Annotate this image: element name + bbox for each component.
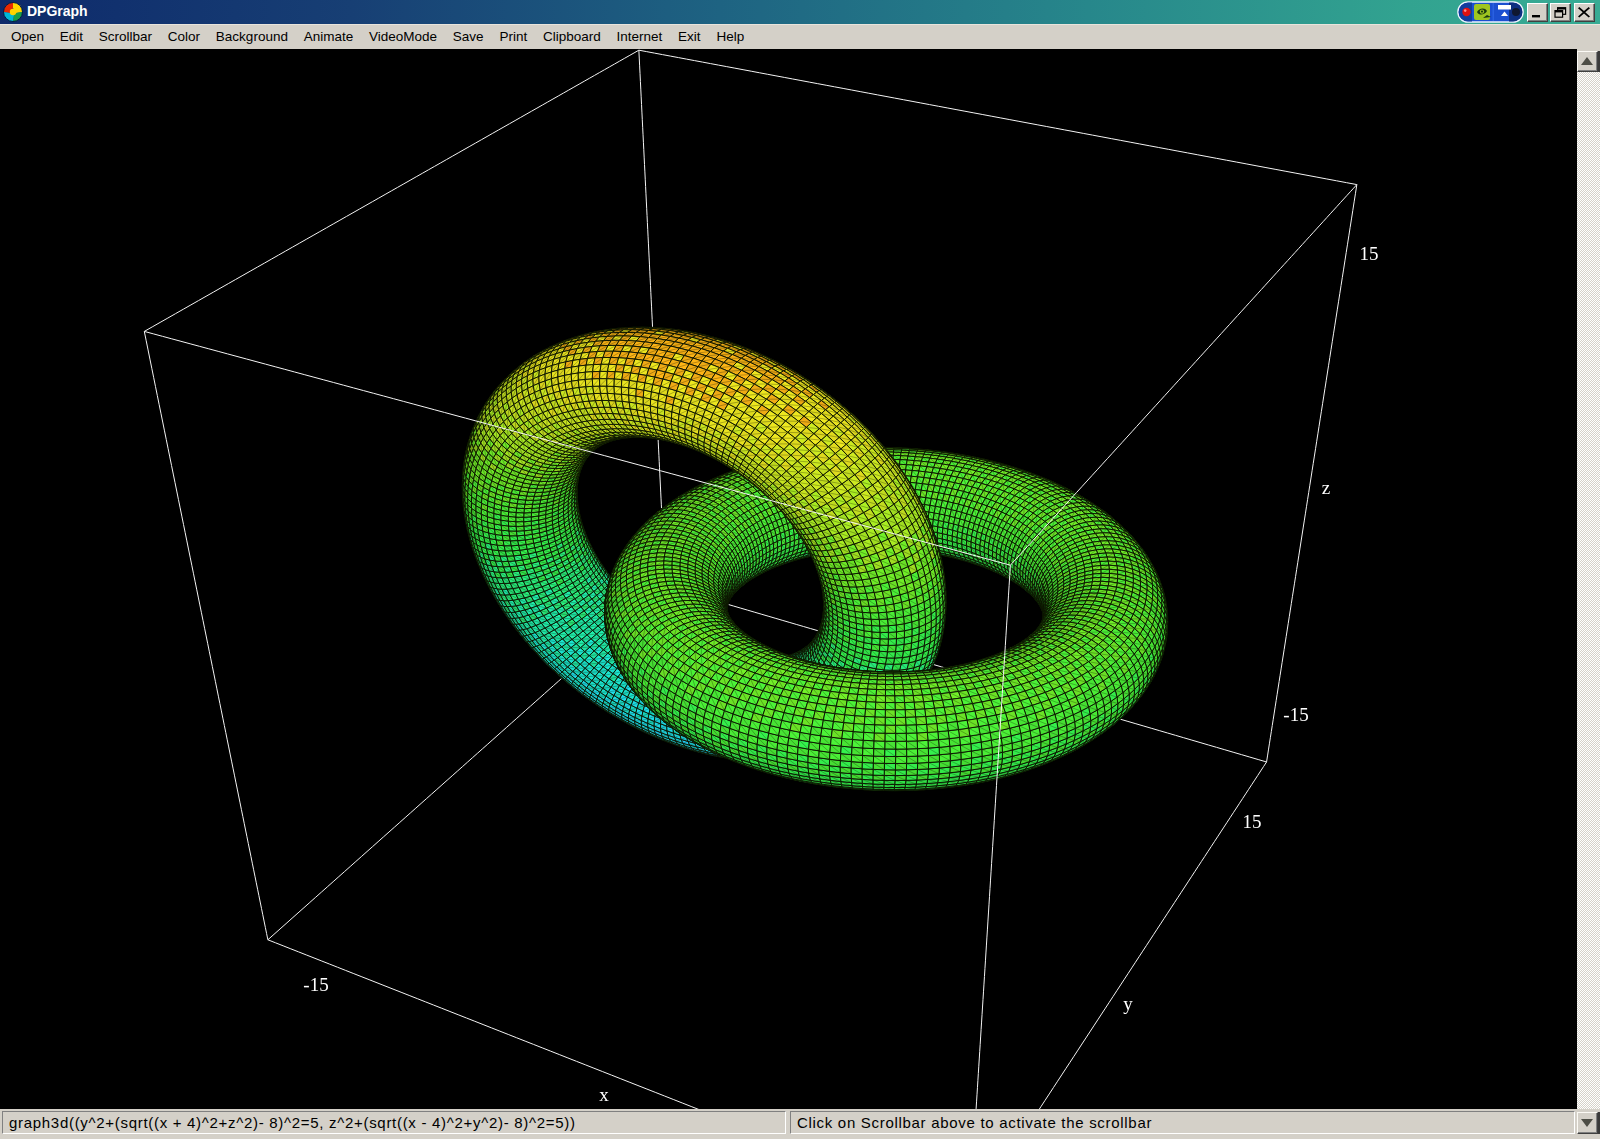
- menu-edit[interactable]: Edit: [52, 25, 91, 49]
- menu-save[interactable]: Save: [445, 25, 492, 49]
- menu-open[interactable]: Open: [3, 25, 52, 49]
- menu-internet[interactable]: Internet: [609, 25, 671, 49]
- restore-button[interactable]: [1550, 3, 1571, 22]
- menu-background[interactable]: Background: [208, 25, 296, 49]
- close-button[interactable]: [1574, 3, 1595, 22]
- scrollbar-track[interactable]: [1577, 70, 1600, 1112]
- restore-icon: [1554, 7, 1567, 18]
- menu-bar: Open Edit Scrollbar Color Background Ani…: [0, 24, 1600, 49]
- title-bar: DPGraph: [0, 0, 1600, 24]
- nvidia-tray-widget[interactable]: [1457, 1, 1524, 23]
- menu-scrollbar[interactable]: Scrollbar: [91, 25, 160, 49]
- status-bar: graph3d((y^2+(sqrt((x + 4)^2+z^2)- 8)^2=…: [0, 1109, 1600, 1139]
- menu-exit[interactable]: Exit: [670, 25, 708, 49]
- scrollbar-down-button[interactable]: [1577, 1112, 1598, 1134]
- window-title: DPGraph: [27, 3, 88, 19]
- close-icon: [1578, 7, 1591, 18]
- up-arrow-icon: [1581, 57, 1593, 65]
- minimize-button[interactable]: [1527, 3, 1548, 22]
- menu-clipboard[interactable]: Clipboard: [535, 25, 609, 49]
- graph3d-canvas[interactable]: [0, 49, 1577, 1109]
- menu-color[interactable]: Color: [160, 25, 208, 49]
- menu-print[interactable]: Print: [492, 25, 536, 49]
- scrollbar-up-button[interactable]: [1577, 51, 1598, 72]
- plot-area: [0, 49, 1577, 1109]
- minimize-icon: [1531, 7, 1544, 18]
- down-arrow-icon: [1581, 1119, 1593, 1127]
- menu-videomode[interactable]: VideoMode: [361, 25, 445, 49]
- app-icon: [3, 2, 23, 22]
- menu-animate[interactable]: Animate: [296, 25, 361, 49]
- menu-help[interactable]: Help: [709, 25, 753, 49]
- dpgraph-window: DPGraph: [0, 0, 1600, 1139]
- status-equation: graph3d((y^2+(sqrt((x + 4)^2+z^2)- 8)^2=…: [2, 1111, 786, 1134]
- status-hint: Click on Scrollbar above to activate the…: [790, 1111, 1575, 1134]
- vertical-scrollbar[interactable]: [1577, 49, 1600, 1134]
